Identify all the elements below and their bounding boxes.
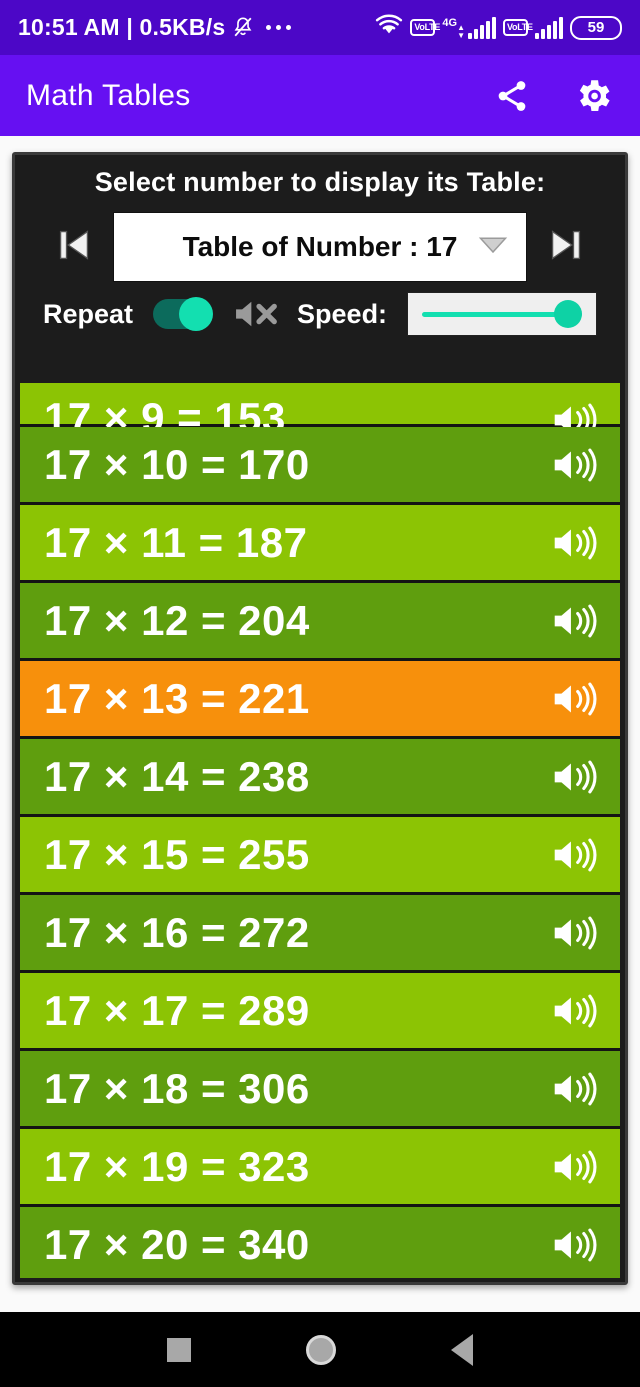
- table-row[interactable]: 17 × 11 = 187: [20, 505, 620, 583]
- table-row-text: 17 × 13 = 221: [44, 674, 310, 722]
- table-row-text: 17 × 11 = 187: [44, 518, 308, 566]
- back-triangle-icon[interactable]: [450, 1333, 473, 1366]
- android-nav-bar: [0, 1312, 640, 1387]
- table-row[interactable]: 17 × 12 = 204: [20, 583, 620, 661]
- chevron-down-icon: [478, 235, 508, 260]
- app-bar: Math Tables: [0, 55, 640, 136]
- repeat-toggle-knob: [179, 297, 214, 331]
- speed-slider[interactable]: [407, 292, 597, 336]
- share-icon[interactable]: [494, 78, 530, 114]
- table-row[interactable]: 17 × 9 = 153: [20, 383, 620, 441]
- phone-screen: 10:51 AM | 0.5KB/s VoLTE 4G ▲ ▼ VoLTE 59…: [0, 0, 640, 1387]
- table-row-text: 17 × 20 = 340: [44, 1220, 310, 1268]
- speaker-icon[interactable]: [552, 447, 598, 483]
- playback-controls-row: Repeat Speed:: [25, 282, 615, 344]
- speaker-icon[interactable]: [552, 837, 598, 873]
- spinner-value: Table of Number : 17: [182, 231, 458, 262]
- speaker-icon[interactable]: [552, 759, 598, 795]
- repeat-toggle[interactable]: [153, 297, 214, 331]
- speaker-icon[interactable]: [552, 1227, 598, 1263]
- table-row-text: 17 × 19 = 323: [44, 1142, 310, 1190]
- select-number-label: Select number to display its Table:: [94, 167, 546, 197]
- table-row[interactable]: 17 × 16 = 272: [20, 895, 620, 973]
- speaker-icon[interactable]: [552, 603, 598, 639]
- gear-icon[interactable]: [572, 75, 614, 117]
- multiplication-list[interactable]: 17 × 9 = 153 17 × 10 = 170 17 × 11 = 187 17…: [20, 383, 620, 1278]
- card-header: Select number to display its Table: Tabl…: [15, 155, 625, 344]
- signal-bars-icon-1: [468, 16, 496, 39]
- repeat-label: Repeat: [43, 298, 134, 329]
- signal-bars-icon-2: [535, 16, 563, 39]
- table-number-spinner[interactable]: Table of Number : 17: [113, 212, 527, 282]
- status-clock: 10:51 AM | 0.5KB/s: [18, 14, 226, 40]
- table-row[interactable]: 17 × 18 = 306: [20, 1051, 620, 1129]
- table-row[interactable]: 17 × 14 = 238: [20, 739, 620, 817]
- home-circle-icon[interactable]: [305, 1334, 336, 1365]
- status-bar: 10:51 AM | 0.5KB/s VoLTE 4G ▲ ▼ VoLTE 59: [0, 0, 640, 55]
- table-row-text: 17 × 15 = 255: [44, 830, 310, 878]
- speed-slider-thumb[interactable]: [554, 300, 582, 328]
- speaker-icon[interactable]: [552, 1149, 598, 1185]
- table-row-text: 17 × 18 = 306: [44, 1064, 310, 1112]
- signal-1: 4G ▲ ▼: [442, 16, 496, 40]
- table-row[interactable]: 17 × 19 = 323: [20, 1129, 620, 1207]
- table-row[interactable]: 17 × 17 = 289: [20, 973, 620, 1051]
- table-row-text: 17 × 14 = 238: [44, 752, 310, 800]
- app-bar-actions: [494, 75, 614, 117]
- table-row[interactable]: 17 × 13 = 221: [20, 661, 620, 739]
- speaker-icon[interactable]: [552, 525, 598, 561]
- table-row-text: 17 × 10 = 170: [44, 440, 310, 488]
- battery-indicator: 59: [570, 15, 622, 40]
- speaker-icon[interactable]: [552, 1071, 598, 1107]
- speaker-icon[interactable]: [552, 993, 598, 1029]
- speed-label: Speed:: [297, 298, 388, 329]
- table-row-text: 17 × 16 = 272: [44, 908, 310, 956]
- table-row[interactable]: 17 × 20 = 340: [20, 1207, 620, 1278]
- volte-badge-1: VoLTE: [410, 19, 440, 36]
- speaker-icon[interactable]: [552, 681, 598, 717]
- status-bar-right: VoLTE 4G ▲ ▼ VoLTE 59: [375, 13, 622, 42]
- skip-next-icon[interactable]: [543, 222, 589, 273]
- number-selector-row: Table of Number : 17: [25, 212, 615, 282]
- skip-previous-icon[interactable]: [51, 222, 97, 273]
- speaker-icon[interactable]: [552, 915, 598, 951]
- table-row-text: 17 × 17 = 289: [44, 986, 310, 1034]
- table-row-text: 17 × 12 = 204: [44, 596, 310, 644]
- table-row[interactable]: 17 × 15 = 255: [20, 817, 620, 895]
- recents-square-icon[interactable]: [167, 1337, 192, 1362]
- data-arrows-icon: ▲ ▼: [457, 22, 465, 40]
- table-row[interactable]: 17 × 10 = 170: [20, 427, 620, 505]
- bell-muted-icon: [232, 15, 254, 40]
- wifi-icon: [375, 13, 403, 42]
- speaker-mute-icon[interactable]: [233, 297, 285, 331]
- math-table-card: Select number to display its Table: Tabl…: [12, 152, 628, 1285]
- volte-badge-2: VoLTE: [503, 19, 533, 36]
- page-title: Math Tables: [26, 78, 191, 112]
- more-dots-icon: [266, 25, 292, 30]
- network-type-label: 4G: [442, 16, 458, 29]
- status-bar-left: 10:51 AM | 0.5KB/s: [18, 14, 292, 41]
